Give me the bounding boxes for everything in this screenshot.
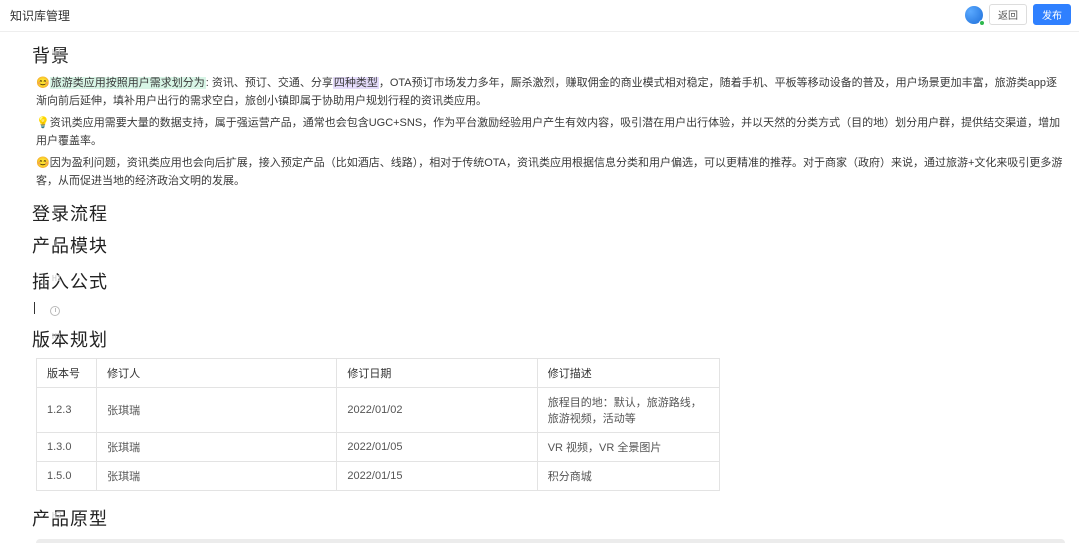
table-header: 修订描述 xyxy=(537,359,719,388)
heading-gutter: H2 xyxy=(52,511,62,520)
table-header: 版本号 xyxy=(37,359,97,388)
version-table: 版本号 修订人 修订日期 修订描述 1.2.3 张琪瑞 2022/01/02 旅… xyxy=(36,358,720,491)
collapse-toggle-icon[interactable] xyxy=(52,207,60,217)
table-row: 1.5.0 张琪瑞 2022/01/15 积分商城 xyxy=(37,462,720,491)
figma-embed[interactable]: Figma 9:41●●● ▮ Hello, Mihir What do you… xyxy=(36,539,1065,543)
avatar[interactable] xyxy=(965,6,983,24)
paragraph: 😊因为盈利问题，资讯类应用也会向后扩展，接入预定产品（比如酒店、线路），相对于传… xyxy=(36,154,1065,190)
table-row: 1.2.3 张琪瑞 2022/01/02 旅程目的地：默认，旅游路线，旅游视频，… xyxy=(37,388,720,433)
paragraph: 💡资讯类应用需要大量的数据支持，属于强运营产品，通常也会包含UGC+SNS，作为… xyxy=(36,114,1065,150)
heading-gutter: H1 xyxy=(52,332,62,341)
page-title: 知识库管理 xyxy=(10,7,70,24)
collapse-toggle-icon[interactable] xyxy=(52,239,60,249)
section-heading-login: 登录流程 xyxy=(32,200,1065,226)
highlight-purple: 四种类型 xyxy=(333,77,379,89)
section-heading-prototype: 产品原型 xyxy=(32,505,1065,531)
highlight-green: 旅游类应用按照用户需求划分为 xyxy=(50,77,206,89)
table-header: 修订日期 xyxy=(337,359,537,388)
heading-gutter: H1 xyxy=(52,48,62,57)
heading-gutter: H1 xyxy=(52,274,62,283)
table-row: 1.3.0 张琪瑞 2022/01/05 VR 视频，VR 全景图片 xyxy=(37,433,720,462)
section-heading-modules: 产品模块 xyxy=(32,232,1065,258)
section-heading-background: 背景 xyxy=(32,42,1065,68)
publish-button[interactable]: 发布 xyxy=(1033,4,1071,25)
table-header: 修订人 xyxy=(97,359,337,388)
text-cursor[interactable] xyxy=(36,300,1065,316)
section-heading-formula: 插入公式 xyxy=(32,268,1065,294)
emoji-smile: 😊 xyxy=(36,77,50,89)
paragraph: 😊旅游类应用按照用户需求划分为: 资讯、预订、交通、分享四种类型，OTA预订市场… xyxy=(36,74,1065,110)
section-heading-version: 版本规划 xyxy=(32,326,1065,352)
presence-dot xyxy=(979,20,985,26)
back-button[interactable]: 返回 xyxy=(989,4,1027,25)
